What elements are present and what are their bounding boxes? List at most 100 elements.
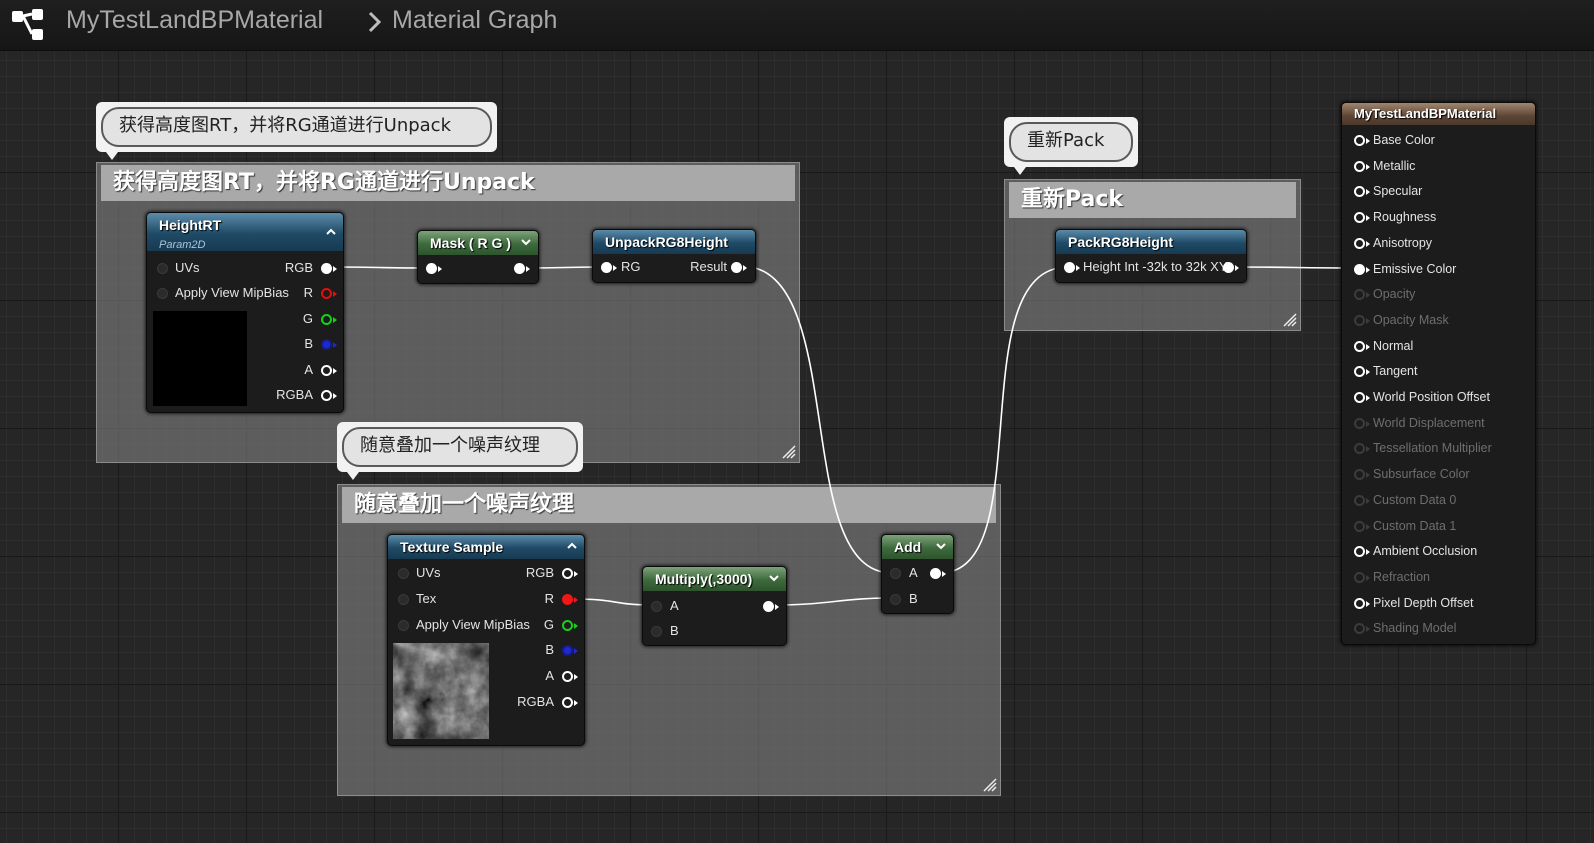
pin-arrow-icon xyxy=(1366,215,1370,222)
breadcrumb-root[interactable]: MyTestLandBPMaterial xyxy=(66,6,323,35)
output-pin[interactable] xyxy=(562,568,573,579)
pin-arrow-icon xyxy=(574,623,578,629)
input-pin[interactable] xyxy=(890,568,901,579)
chevron-up-icon[interactable] xyxy=(325,226,337,238)
input-pin[interactable] xyxy=(1354,237,1365,249)
input-pin[interactable] xyxy=(398,568,409,579)
pin-label: Specular xyxy=(1373,184,1423,199)
output-pin[interactable] xyxy=(562,697,573,708)
output-pin[interactable] xyxy=(1223,262,1234,273)
input-pin[interactable] xyxy=(1354,212,1365,224)
pin-arrow-icon xyxy=(613,265,617,271)
input-pin[interactable] xyxy=(1354,366,1365,378)
output-pin[interactable] xyxy=(321,390,332,401)
node-unpack[interactable]: UnpackRG8Height RG Result xyxy=(592,229,756,283)
node-texture-sample[interactable]: Texture Sample UVs Tex Apply View MipBia… xyxy=(387,534,585,746)
node-header[interactable]: Mask ( R G ) xyxy=(418,231,538,255)
node-multiply[interactable]: Multiply(,3000) A B xyxy=(642,566,787,646)
output-pin[interactable] xyxy=(930,568,941,579)
pin-arrow-icon xyxy=(1366,343,1370,350)
pin-label: RGBA xyxy=(276,387,313,402)
input-pin[interactable] xyxy=(157,288,168,299)
pin-label: Ambient Occlusion xyxy=(1373,544,1478,559)
node-header[interactable]: Add xyxy=(882,535,953,559)
graph-header: MyTestLandBPMaterial Material Graph xyxy=(0,0,1594,51)
output-pin[interactable] xyxy=(562,645,573,656)
input-pin[interactable] xyxy=(1354,160,1365,172)
node-material-result[interactable]: MyTestLandBPMaterial Base Color Metallic S… xyxy=(1341,102,1536,645)
output-pin[interactable] xyxy=(321,365,332,376)
input-pin[interactable] xyxy=(426,263,437,274)
input-pin[interactable] xyxy=(1354,263,1365,275)
node-header[interactable]: PackRG8Height xyxy=(1056,230,1246,254)
comment-title: 获得高度图RT，并将RG通道进行Unpack xyxy=(101,165,795,201)
bubble-tail xyxy=(1014,167,1026,175)
node-pack[interactable]: PackRG8Height Height Int -32k to 32k XY xyxy=(1055,229,1247,283)
pin-arrow-icon xyxy=(775,604,779,610)
input-pin[interactable] xyxy=(1354,340,1365,352)
comment-bubble[interactable]: 获得高度图RT，并将RG通道进行Unpack xyxy=(96,102,497,160)
input-pin[interactable] xyxy=(1354,135,1365,146)
output-pin[interactable] xyxy=(514,263,525,274)
input-pin[interactable] xyxy=(1354,186,1365,198)
output-pin[interactable] xyxy=(321,263,332,274)
chevron-down-icon[interactable] xyxy=(935,540,947,552)
input-pin xyxy=(1354,314,1365,326)
input-pin[interactable] xyxy=(157,263,168,274)
output-pin[interactable] xyxy=(731,262,742,273)
node-heightrt[interactable]: HeightRT Param2D UVs Apply View MipBias … xyxy=(146,212,344,413)
output-pin[interactable] xyxy=(321,339,332,350)
pin-label: Subsurface Color xyxy=(1373,467,1470,482)
chevron-up-icon[interactable] xyxy=(566,540,578,552)
output-pin[interactable] xyxy=(562,620,573,631)
comment-bubble[interactable]: 随意叠加一个噪声纹理 xyxy=(337,422,583,480)
pin-label: Normal xyxy=(1373,338,1414,353)
pin-label: UVs xyxy=(175,260,200,275)
output-pin[interactable] xyxy=(321,288,332,299)
resize-handle-icon[interactable] xyxy=(1283,313,1297,327)
output-pin[interactable] xyxy=(562,671,573,682)
pin-label: A xyxy=(545,668,554,683)
node-header[interactable]: MyTestLandBPMaterial xyxy=(1342,103,1535,125)
comment-bubble-text: 获得高度图RT，并将RG通道进行Unpack xyxy=(101,107,492,147)
pin-label: B xyxy=(304,336,313,351)
output-pin[interactable] xyxy=(562,594,573,605)
input-pin[interactable] xyxy=(890,594,901,605)
input-pin xyxy=(1354,494,1365,506)
pin-label: Opacity xyxy=(1373,287,1416,302)
pin-arrow-icon xyxy=(574,674,578,680)
node-add[interactable]: Add A B xyxy=(881,534,954,614)
pin-label: G xyxy=(543,617,554,632)
node-title: Texture Sample xyxy=(400,539,504,555)
pin-arrow-icon xyxy=(942,571,946,577)
resize-handle-icon[interactable] xyxy=(983,778,997,792)
pin-label: Apply View MipBias xyxy=(175,285,289,300)
pin-arrow-icon xyxy=(1366,446,1370,453)
input-pin[interactable] xyxy=(1354,546,1365,558)
chevron-down-icon[interactable] xyxy=(520,236,532,248)
pin-arrow-icon xyxy=(574,648,578,654)
comment-bubble[interactable]: 重新Pack xyxy=(1004,117,1138,175)
input-pin[interactable] xyxy=(651,626,662,637)
pin-arrow-icon xyxy=(1366,600,1370,607)
input-pin[interactable] xyxy=(398,620,409,631)
resize-handle-icon[interactable] xyxy=(782,445,796,459)
output-pin[interactable] xyxy=(763,601,774,612)
input-pin[interactable] xyxy=(651,601,662,612)
output-pin[interactable] xyxy=(321,314,332,325)
graph-icon xyxy=(12,9,43,40)
node-mask[interactable]: Mask ( R G ) xyxy=(417,230,539,284)
input-pin[interactable] xyxy=(1064,262,1075,273)
pin-arrow-icon xyxy=(1366,163,1370,170)
node-header[interactable]: Multiply(,3000) xyxy=(643,567,786,591)
pin-arrow-icon xyxy=(1076,265,1080,271)
node-header[interactable]: UnpackRG8Height xyxy=(593,230,755,254)
node-header[interactable]: HeightRT Param2D xyxy=(147,213,343,251)
node-header[interactable]: Texture Sample xyxy=(388,535,584,559)
input-pin[interactable] xyxy=(398,594,409,605)
input-pin[interactable] xyxy=(601,262,612,273)
pin-arrow-icon xyxy=(1366,138,1370,144)
input-pin[interactable] xyxy=(1354,392,1365,403)
input-pin[interactable] xyxy=(1354,597,1365,609)
chevron-down-icon[interactable] xyxy=(768,572,780,584)
